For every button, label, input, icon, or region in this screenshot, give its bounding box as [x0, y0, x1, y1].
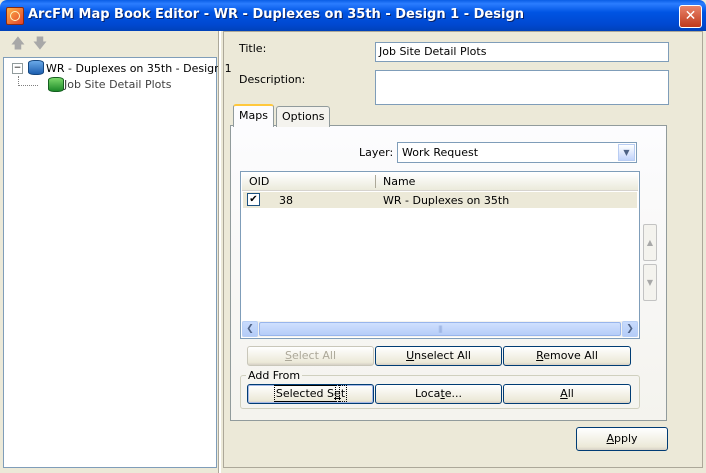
description-field[interactable] [375, 70, 669, 105]
button-label-part: Loca [414, 387, 441, 400]
unselect-all-button[interactable]: Unselect All [375, 346, 502, 366]
tree-toolbar: 🡅 🡇 [4, 34, 215, 56]
move-up-arrow-icon[interactable]: 🡅 [10, 36, 26, 52]
button-label-part: ll [567, 387, 574, 400]
tab-options[interactable]: Options [276, 106, 331, 127]
title-label: Title: [239, 42, 267, 55]
tree-connector [18, 85, 38, 86]
add-all-button[interactable]: All [503, 384, 631, 404]
row-checkbox[interactable]: ✔ [247, 193, 260, 206]
panel-splitter[interactable] [218, 31, 221, 473]
select-all-button[interactable]: Select All [247, 346, 374, 366]
button-label-part: elect All [291, 349, 337, 362]
map-book-stack-icon [48, 77, 64, 92]
layer-select[interactable]: Work Request ▼ [397, 142, 637, 163]
scroll-right-icon[interactable]: ❯ [622, 321, 638, 337]
button-label-part: e... [444, 387, 463, 400]
column-header-name[interactable]: Name [383, 175, 415, 188]
button-label-part: pply [614, 432, 638, 445]
accelerator-key: A [560, 387, 568, 400]
close-button[interactable]: ✕ [679, 5, 702, 28]
move-row-up-button[interactable]: ▲ [643, 224, 657, 261]
accelerator-key: S [284, 349, 292, 362]
locate-button[interactable]: Locate... [375, 384, 502, 404]
description-label: Description: [239, 73, 306, 86]
accelerator-key: U [406, 349, 415, 362]
map-book-editor-window: ArcFM Map Book Editor - WR - Duplexes on… [0, 0, 706, 473]
dropdown-arrow-icon[interactable]: ▼ [618, 144, 635, 161]
button-label-part: emove All [543, 349, 598, 362]
tab-maps[interactable]: Maps [233, 104, 274, 127]
layer-label: Layer: [359, 146, 394, 159]
apply-button[interactable]: Apply [576, 427, 668, 451]
table-row[interactable]: ✔ 38 WR - Duplexes on 35th [243, 192, 637, 208]
horizontal-scrollbar[interactable]: ❮ ||| ❯ [242, 321, 638, 337]
accelerator-key: A [606, 432, 614, 445]
row-name: WR - Duplexes on 35th [383, 194, 510, 207]
move-row-down-button[interactable]: ▼ [643, 264, 657, 301]
tree-item-design[interactable]: WR - Duplexes on 35th - Design 1 [46, 62, 232, 75]
design-stack-icon [28, 60, 44, 75]
collapse-toggle-icon[interactable]: − [12, 63, 23, 74]
move-down-arrow-icon[interactable]: 🡇 [32, 36, 48, 52]
list-header: OID Name [242, 173, 638, 191]
window-title: ArcFM Map Book Editor - WR - Duplexes on… [28, 7, 524, 22]
arcfm-app-icon [6, 7, 24, 25]
maps-list[interactable]: OID Name ✔ 38 WR - Duplexes on 35th ❮ ||… [240, 171, 640, 339]
title-bar[interactable]: ArcFM Map Book Editor - WR - Duplexes on… [0, 0, 706, 31]
column-divider[interactable] [375, 175, 376, 188]
title-field[interactable]: Job Site Detail Plots [375, 42, 669, 62]
add-from-label: Add From [246, 369, 303, 382]
row-oid: 38 [279, 194, 293, 207]
button-label-part: Selected S [273, 385, 337, 402]
accelerator-key: e [334, 387, 341, 400]
button-label-part: nselect All [414, 349, 471, 362]
scroll-thumb[interactable]: ||| [259, 322, 621, 336]
column-header-oid[interactable]: OID [249, 175, 269, 188]
tree-item-map-book[interactable]: Job Site Detail Plots [64, 78, 171, 91]
remove-all-button[interactable]: Remove All [503, 346, 631, 366]
button-label-part: t [338, 385, 348, 402]
map-book-tree[interactable]: − WR - Duplexes on 35th - Design 1 Job S… [3, 57, 232, 468]
layer-select-value: Work Request [402, 146, 479, 159]
scroll-left-icon[interactable]: ❮ [242, 321, 258, 337]
selected-set-button[interactable]: Selected Set [247, 384, 374, 404]
button-label: Selected Set [273, 385, 348, 402]
